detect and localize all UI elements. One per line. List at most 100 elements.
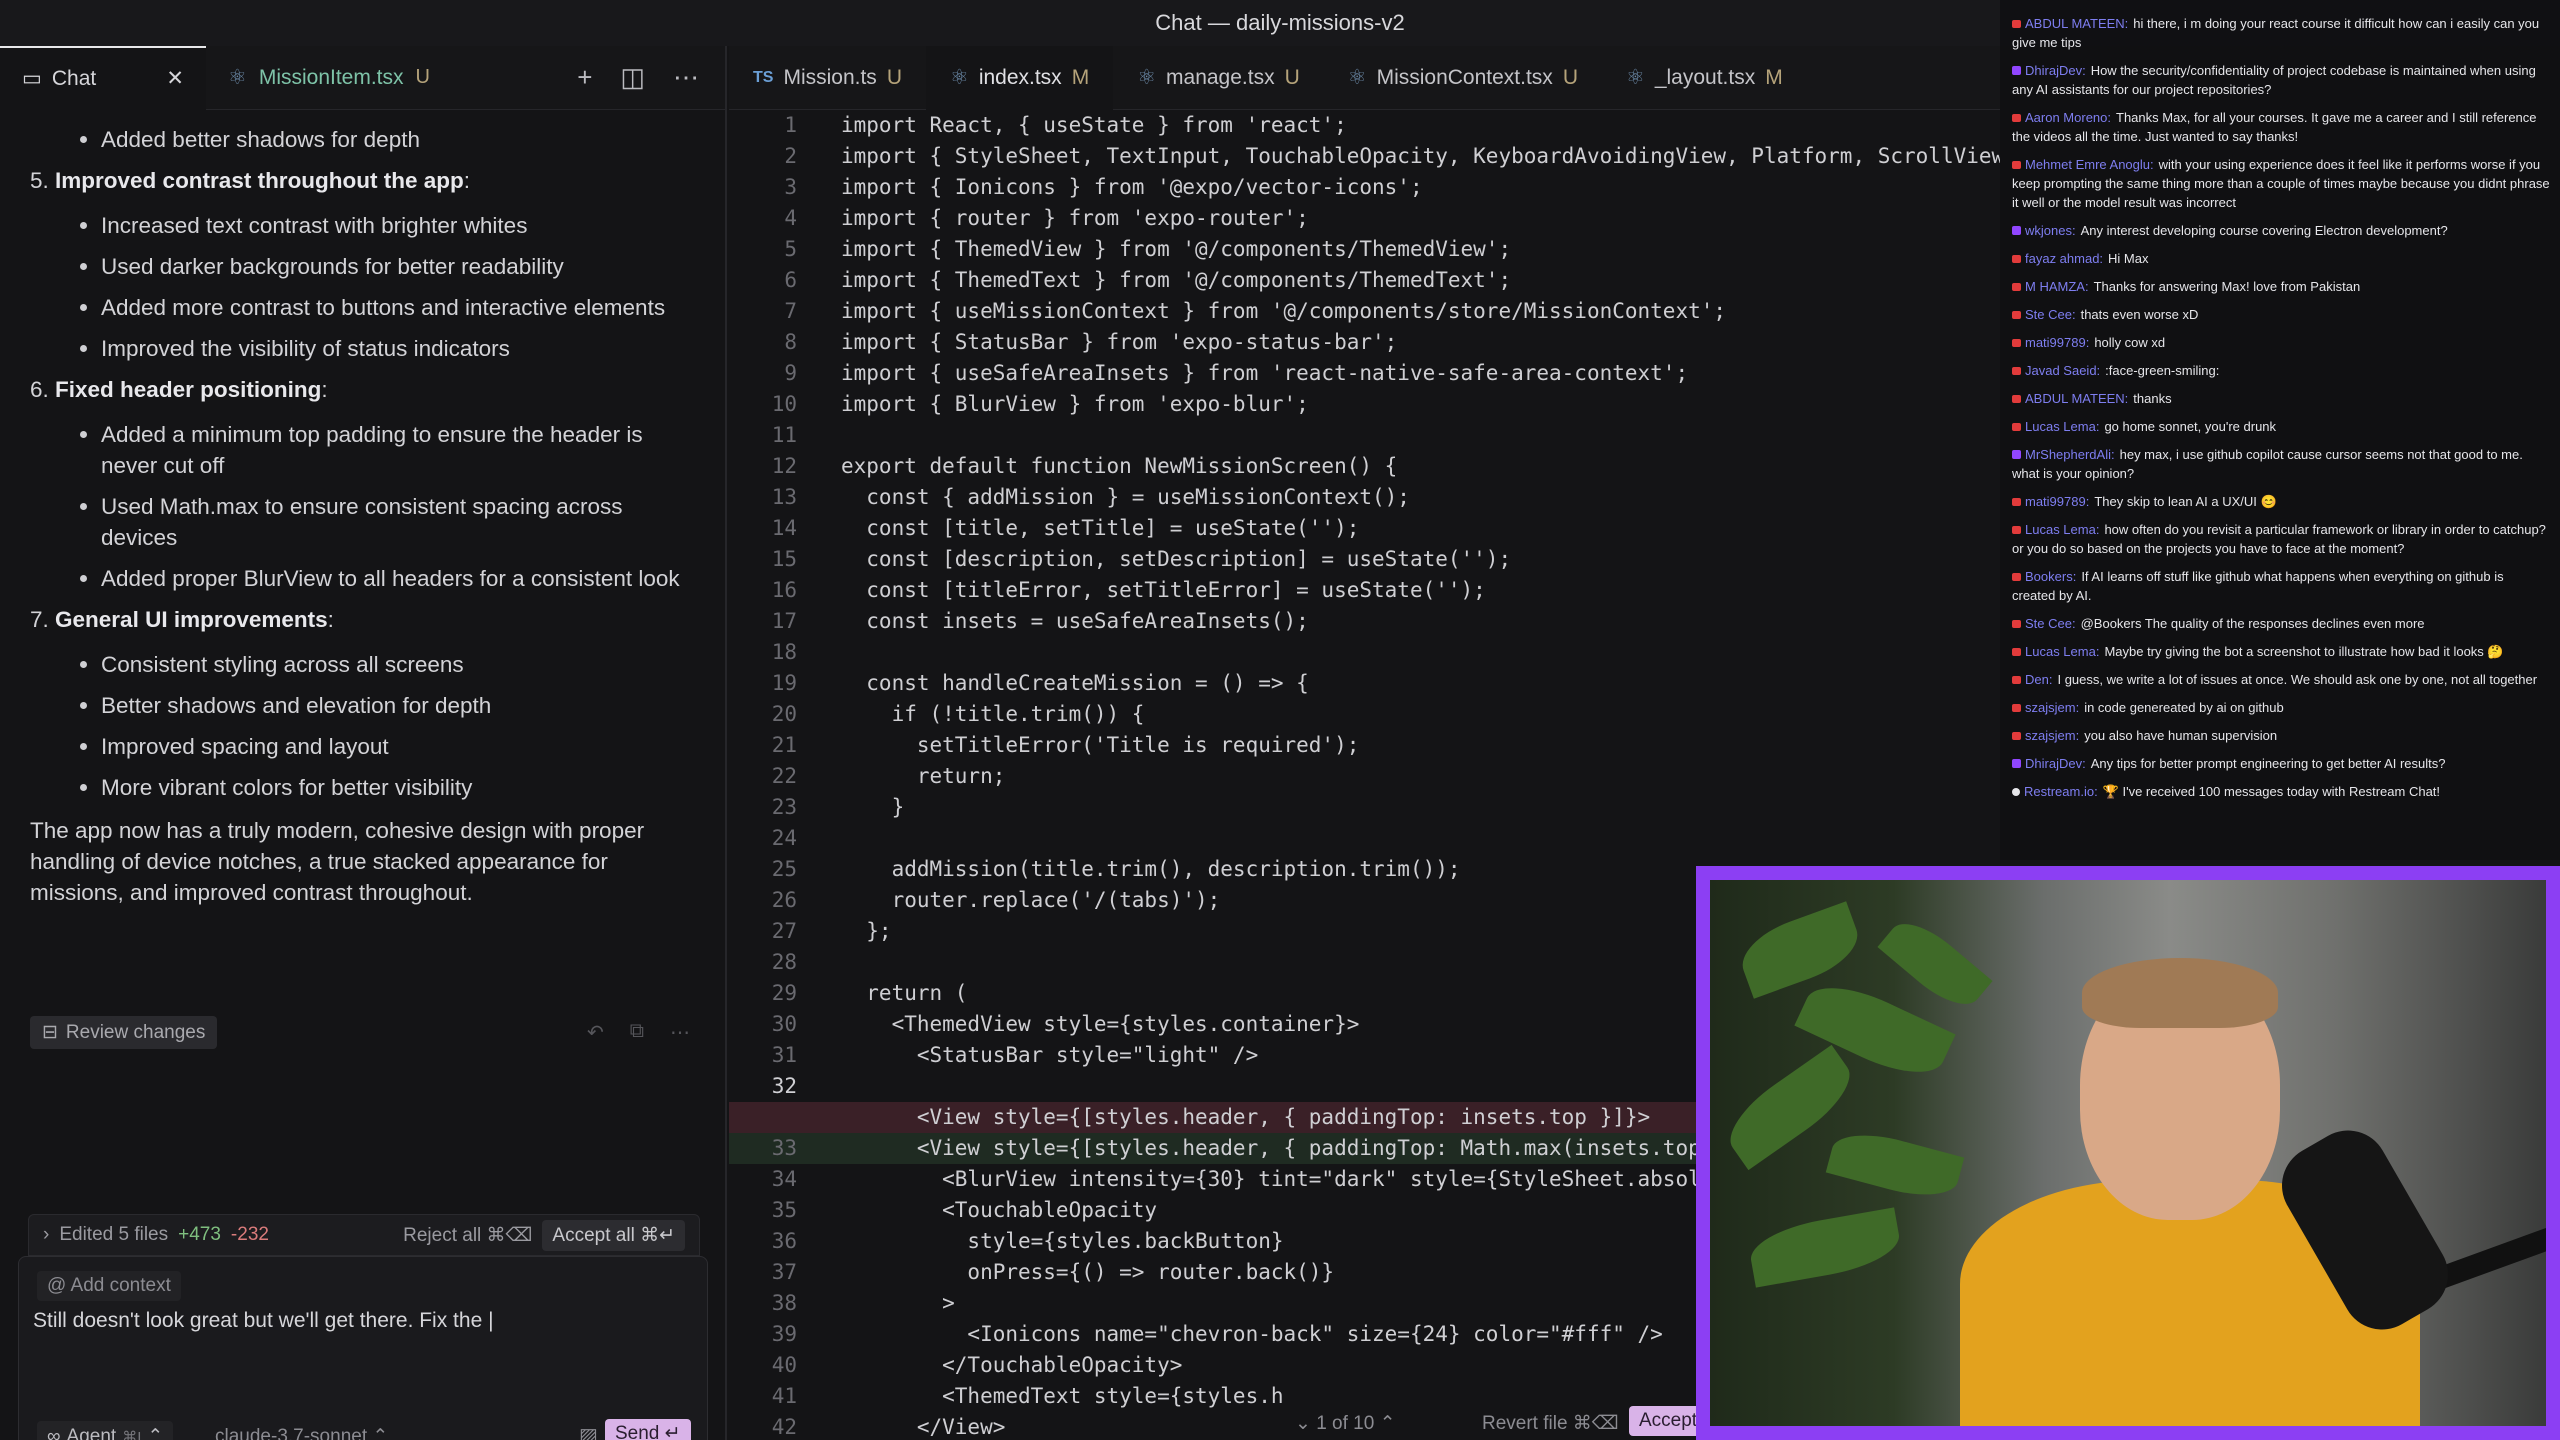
tab-missionitem[interactable]: ⚛ MissionItem.tsx U [206,46,452,110]
line-text: const [title, setTitle] = useState(''); [841,516,1360,540]
editor-tab[interactable]: ⚛ index.tsx M [925,46,1114,110]
code-line[interactable]: 5 import { ThemedView } from '@/component… [729,234,2000,265]
editor-tab[interactable]: ⚛ MissionContext.tsx U [1324,46,1602,110]
send-button[interactable]: Send ↵ [605,1419,691,1440]
chat-username: szajsjem: [2025,728,2080,743]
code-line[interactable]: 22 return; [729,761,2000,792]
code-line[interactable]: 19 const handleCreateMission = () => { [729,668,2000,699]
review-changes-button[interactable]: ⊟ Review changes [30,1016,218,1049]
line-number: 23 [771,795,797,819]
tab-status-badge: U [415,66,430,88]
line-number: 4 [784,206,797,230]
edited-files-label: Edited 5 files [59,1224,169,1245]
chevron-down-icon[interactable]: ⌄ [1295,1413,1311,1434]
line-text: return; [841,764,1006,788]
line-text: <Ionicons name="chevron-back" size={24} … [841,1322,1663,1346]
code-line[interactable]: 10 import { BlurView } from 'expo-blur'; [729,389,2000,420]
chat-username: Ste Cee: [2025,616,2076,631]
line-text: export default function NewMissionScreen… [841,454,1398,478]
plus-icon[interactable]: + [577,62,592,93]
stream-chat-message: Restream.io: 🏆 I've received 100 messages… [2012,782,2550,801]
editor-tab-label: _layout.tsx [1654,65,1756,89]
code-line[interactable]: 23 } [729,792,2000,823]
reject-all-button[interactable]: Reject all ⌘⌫ [403,1224,532,1247]
split-view-icon[interactable]: ◫ [620,62,645,93]
tab-status-badge: U [1562,65,1578,89]
twitch-icon [2012,759,2021,768]
code-line[interactable]: 6 import { ThemedText } from '@/component… [729,265,2000,296]
code-line[interactable]: 16 const [titleError, setTitleError] = u… [729,575,2000,606]
code-line[interactable]: 3 import { Ionicons } from '@expo/vector-… [729,172,2000,203]
revert-file-button[interactable]: Revert file ⌘⌫ [1482,1412,1619,1435]
youtube-icon [2012,367,2021,375]
line-number: 18 [771,640,797,664]
code-line[interactable]: 14 const [title, setTitle] = useState(''… [729,513,2000,544]
youtube-icon [2012,620,2021,628]
youtube-icon [2012,732,2021,740]
list-item-text: Better shadows and elevation for depth [101,693,492,718]
code-line[interactable]: 18 [729,637,2000,668]
code-line[interactable]: 7 import { useMissionContext } from '@/co… [729,296,2000,327]
chevron-up-icon[interactable]: ⌃ [1380,1413,1396,1434]
chat-input[interactable] [33,1309,693,1333]
code-line[interactable]: 15 const [description, setDescription] =… [729,544,2000,575]
line-text: setTitleError('Title is required'); [841,733,1360,757]
chat-text: They skip to lean AI a UX/UI 😊 [2094,494,2277,509]
image-icon[interactable]: ▨ [579,1423,598,1440]
webcam-feed [1710,880,2546,1426]
undo-icon[interactable]: ↶ [587,1020,604,1045]
code-line[interactable]: 1 import React, { useState } from 'react'… [729,110,2000,141]
chat-username: Den: [2025,672,2053,687]
code-line[interactable]: 20 if (!title.trim()) { [729,699,2000,730]
code-line[interactable]: 4 import { router } from 'expo-router'; [729,203,2000,234]
chat-text: Maybe try giving the bot a screenshot to… [2104,644,2504,659]
section-heading: 5. Improved contrast throughout the app: [30,165,695,196]
list-item-text: Used Math.max to ensure consistent spaci… [101,494,623,550]
chevron-down-icon: ⌃ [147,1426,164,1440]
line-text: > [841,1291,955,1315]
chevron-down-icon: ⌃ [372,1426,389,1440]
close-icon[interactable]: ✕ [166,66,184,91]
code-line[interactable]: 21 setTitleError('Title is required'); [729,730,2000,761]
edited-files-bar[interactable]: › Edited 5 files +473 -232 Reject all ⌘⌫… [28,1214,700,1256]
editor-tab[interactable]: ⚛ manage.tsx U [1113,46,1324,110]
stream-chat-message: ABDUL MATEEN: hi there, i m doing your re… [2012,14,2550,52]
code-line[interactable]: 8 import { StatusBar } from 'expo-status-… [729,327,2000,358]
copy-icon[interactable]: ⧉ [630,1020,644,1045]
youtube-icon [2012,114,2021,122]
more-icon[interactable]: ⋯ [673,62,699,93]
chat-text: go home sonnet, you're drunk [2104,419,2277,434]
review-icon: ⊟ [42,1022,58,1043]
line-number: 30 [771,1012,797,1036]
code-line[interactable]: 13 const { addMission } = useMissionCont… [729,482,2000,513]
editor-tab[interactable]: ⚛ _layout.tsx M [1602,46,1807,110]
heading-suffix: : [327,607,334,632]
line-number: 31 [771,1043,797,1067]
more-icon[interactable]: ⋯ [670,1020,690,1045]
window-title: Chat — daily-missions-v2 [1155,10,1405,35]
line-text: </TouchableOpacity> [841,1353,1183,1377]
bullet-dot [80,702,87,709]
editor-tab[interactable]: TS Mission.ts U [729,46,926,110]
diff-navigation[interactable]: ⌄ 1 of 10 ⌃ [1295,1412,1396,1435]
code-line[interactable]: 17 const insets = useSafeAreaInsets(); [729,606,2000,637]
youtube-icon [2012,648,2021,656]
line-text: </View> [841,1415,1006,1439]
model-select[interactable]: claude-3.7-sonnet ⌃ [215,1425,388,1440]
code-line[interactable]: 11 [729,420,2000,451]
code-line[interactable]: 12 export default function NewMissionScre… [729,451,2000,482]
accept-all-button[interactable]: Accept all ⌘↵ [542,1219,685,1251]
tab-chat[interactable]: ▭ Chat ✕ [0,45,206,110]
chevron-right-icon[interactable]: › [43,1224,49,1246]
add-context-button[interactable]: @ Add context [37,1271,181,1301]
code-line[interactable]: 24 [729,823,2000,854]
chat-text: thanks [2133,391,2172,406]
stream-chat-message: Lucas Lema: Maybe try giving the bot a sc… [2012,642,2550,661]
code-line[interactable]: 2 import { StyleSheet, TextInput, Touchab… [729,141,2000,172]
line-number: 21 [771,733,797,757]
chat-username: wkjones: [2025,223,2076,238]
code-line[interactable]: 9 import { useSafeAreaInsets } from 'reac… [729,358,2000,389]
line-text: <ThemedView style={styles.container}> [841,1012,1360,1036]
chat-text: holly cow xd [2094,335,2166,350]
agent-mode-button[interactable]: ∞ Agent ⌘I ⌃ [37,1421,174,1440]
